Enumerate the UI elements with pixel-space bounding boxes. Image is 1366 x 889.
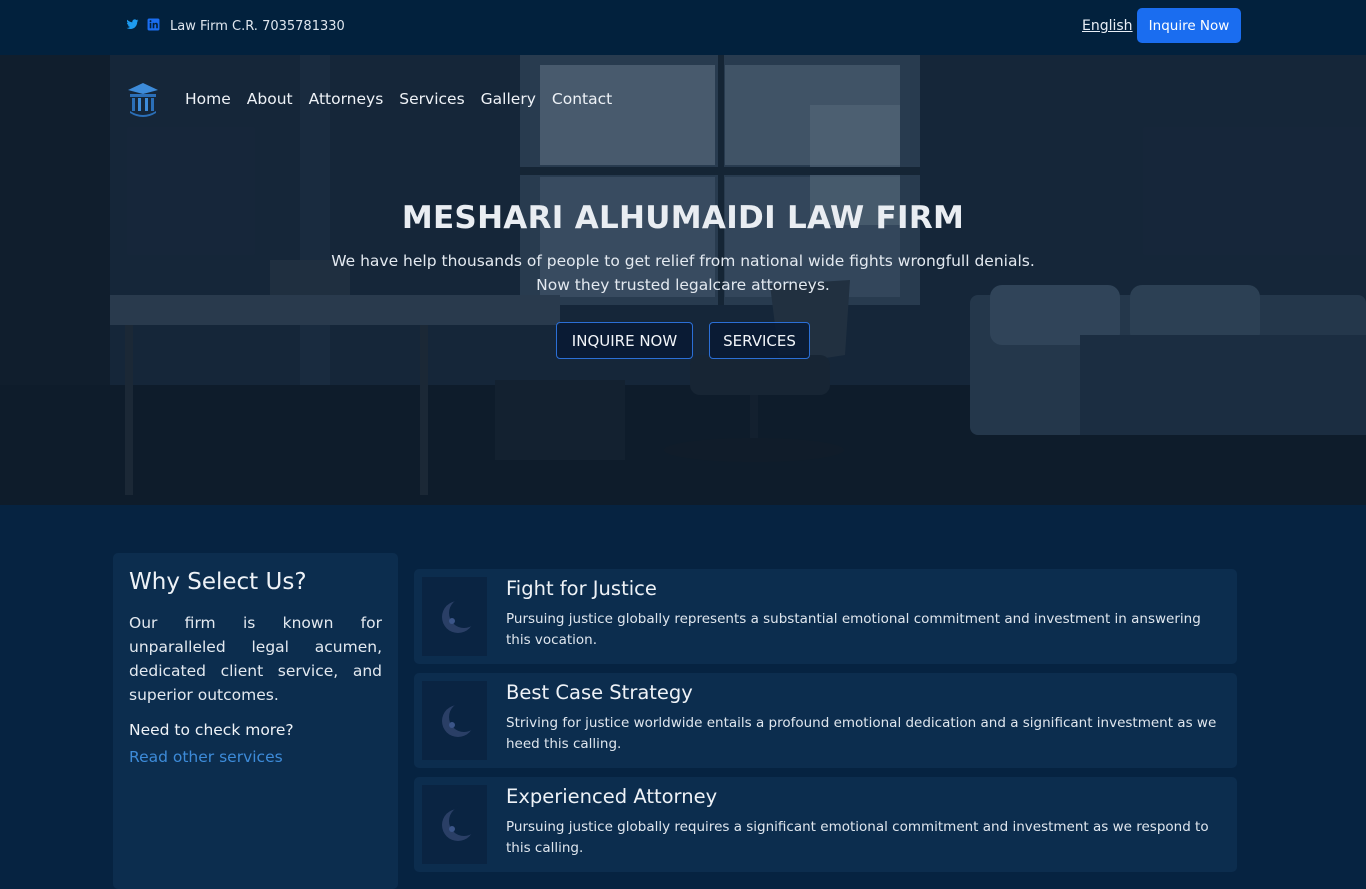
- nav-services[interactable]: Services: [399, 90, 464, 108]
- hero-inquire-now-button[interactable]: INQUIRE NOW: [556, 322, 693, 359]
- feature-thumbnail: [422, 681, 487, 760]
- nav-home[interactable]: Home: [185, 90, 231, 108]
- hero-title: MESHARI ALHUMAIDI LAW FIRM: [401, 200, 965, 236]
- nav-attorneys[interactable]: Attorneys: [309, 90, 384, 108]
- hero-section: Home About Attorneys Services Gallery Co…: [0, 55, 1366, 505]
- why-select-us-card: Why Select Us? Our firm is known for unp…: [113, 553, 398, 889]
- linkedin-icon[interactable]: [147, 18, 160, 31]
- inquire-now-button[interactable]: Inquire Now: [1137, 8, 1241, 43]
- top-bar: Law Firm C.R. 7035781330 English Inquire…: [0, 0, 1366, 55]
- hero-subtitle-line-2: Now they trusted legalcare attorneys.: [536, 276, 830, 294]
- hero-subtitle: We have help thousands of people to get …: [0, 249, 1366, 297]
- feature-thumbnail: [422, 577, 487, 656]
- nav-about[interactable]: About: [247, 90, 293, 108]
- twitter-icon[interactable]: [126, 18, 139, 31]
- feature-card: Best Case Strategy Striving for justice …: [414, 673, 1237, 768]
- feature-text: Pursuing justice globally represents a s…: [506, 611, 1201, 648]
- nav-gallery[interactable]: Gallery: [481, 90, 536, 108]
- language-switch[interactable]: English: [1082, 18, 1133, 34]
- feature-thumbnail: [422, 785, 487, 864]
- hero-buttons: INQUIRE NOW SERVICES: [556, 322, 810, 359]
- feature-title: Experienced Attorney: [506, 785, 718, 808]
- feature-card: Experienced Attorney Pursuing justice gl…: [414, 777, 1237, 872]
- hero-services-button[interactable]: SERVICES: [709, 322, 810, 359]
- hero-subtitle-line-1: We have help thousands of people to get …: [331, 252, 1035, 270]
- feature-title: Fight for Justice: [506, 577, 657, 600]
- why-prompt: Need to check more?: [129, 721, 294, 739]
- main-nav: Home About Attorneys Services Gallery Co…: [126, 81, 612, 117]
- nav-contact[interactable]: Contact: [552, 90, 612, 108]
- read-other-services-link[interactable]: Read other services: [129, 748, 283, 766]
- law-firm-logo-icon[interactable]: [126, 81, 160, 117]
- feature-title: Best Case Strategy: [506, 681, 693, 704]
- nav-links: Home About Attorneys Services Gallery Co…: [185, 90, 612, 108]
- company-registration: Law Firm C.R. 7035781330: [170, 19, 345, 34]
- why-description: Our firm is known for unparalleled legal…: [129, 614, 382, 704]
- feature-text: Pursuing justice globally requires a sig…: [506, 819, 1209, 856]
- social-links: [126, 18, 160, 31]
- why-heading: Why Select Us?: [129, 569, 307, 595]
- feature-text: Striving for justice worldwide entails a…: [506, 715, 1217, 752]
- feature-card: Fight for Justice Pursuing justice globa…: [414, 569, 1237, 664]
